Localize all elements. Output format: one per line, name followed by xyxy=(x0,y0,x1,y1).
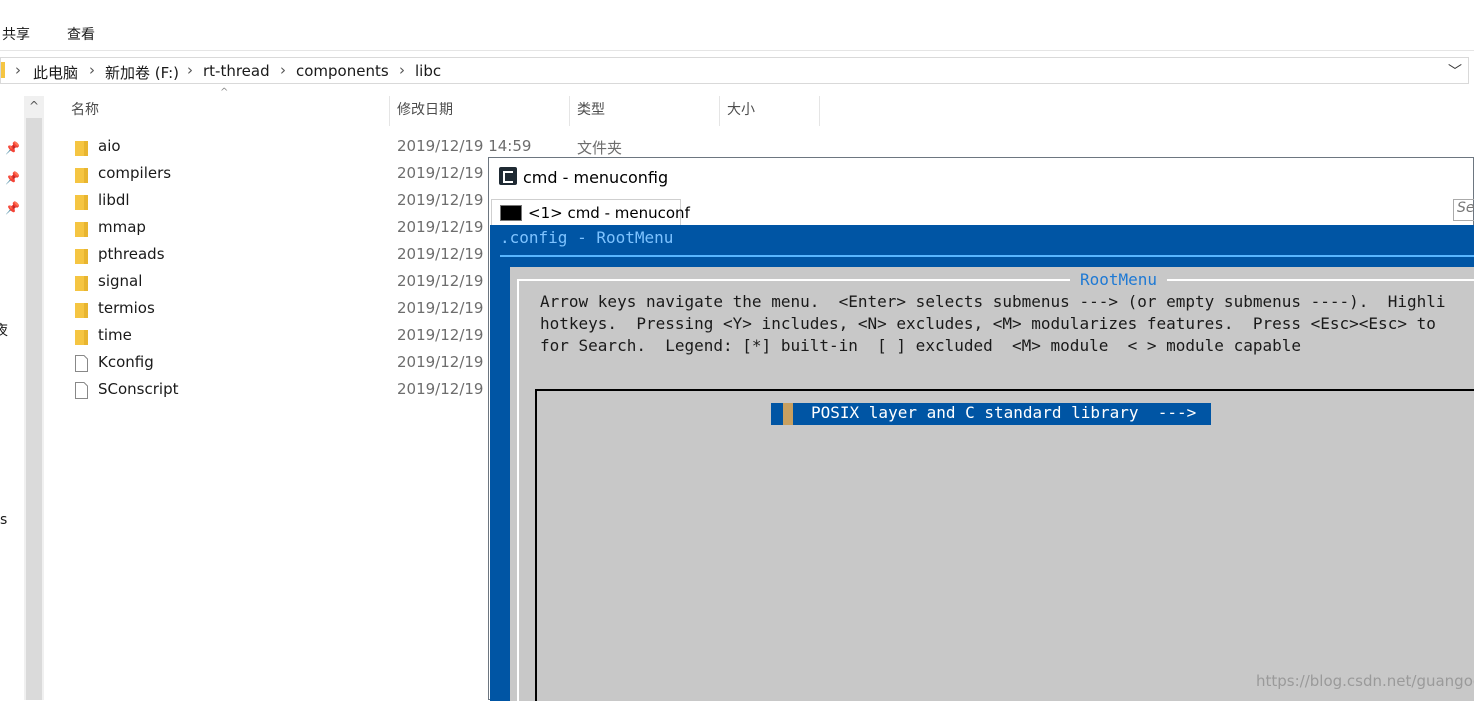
selection-cursor xyxy=(783,403,793,425)
ribbon-tab-share[interactable]: 共享 xyxy=(2,24,30,44)
console-tab-label: <1> cmd - menuconf xyxy=(528,204,690,222)
folder-icon xyxy=(1,62,5,78)
file-date: 2019/12/19 1 xyxy=(397,272,498,290)
chevron-right-icon: › xyxy=(15,61,21,79)
folder-icon xyxy=(75,168,88,183)
chevron-right-icon[interactable]: › xyxy=(280,61,286,79)
file-type: 文件夹 xyxy=(577,139,623,157)
file-name: pthreads xyxy=(98,245,165,263)
breadcrumb-libc[interactable]: libc xyxy=(415,62,441,80)
chevron-right-icon[interactable]: › xyxy=(89,61,95,79)
nav-item-fragment[interactable]: s xyxy=(0,512,7,528)
menu-item-label[interactable]: POSIX layer and C standard library ---> xyxy=(811,403,1196,422)
pin-icon[interactable]: 📌 xyxy=(5,171,20,185)
watermark: https://blog.csdn.net/guangod xyxy=(1256,672,1474,690)
breadcrumb-drive[interactable]: 新加卷 (F:) xyxy=(105,62,179,83)
help-line: hotkeys. Pressing <Y> includes, <N> excl… xyxy=(540,314,1436,333)
folder-icon xyxy=(75,303,88,318)
file-name: Kconfig xyxy=(98,353,154,371)
file-date: 2019/12/19 1 xyxy=(397,326,498,344)
folder-icon xyxy=(75,141,88,156)
scroll-up-icon[interactable]: ^ xyxy=(24,96,44,116)
console-tab[interactable]: <1> cmd - menuconf xyxy=(491,199,690,225)
file-date: 2019/12/19 1 xyxy=(397,218,498,236)
file-name: aio xyxy=(98,137,121,155)
folder-icon xyxy=(75,249,88,264)
breadcrumb-rt-thread[interactable]: rt-thread xyxy=(203,62,270,80)
ribbon-tab-view[interactable]: 查看 xyxy=(67,24,95,44)
help-line: for Search. Legend: [*] built-in [ ] exc… xyxy=(540,336,1301,355)
file-date: 2019/12/19 1 xyxy=(397,353,498,371)
pin-icon[interactable]: 📌 xyxy=(5,141,20,155)
chevron-right-icon[interactable]: › xyxy=(187,61,193,79)
column-divider[interactable] xyxy=(389,96,390,126)
file-name: time xyxy=(98,326,132,344)
file-name: termios xyxy=(98,299,155,317)
folder-icon xyxy=(75,222,88,237)
column-header-date[interactable]: 修改日期 xyxy=(397,96,453,126)
help-line: Arrow keys navigate the menu. <Enter> se… xyxy=(540,292,1446,311)
chevron-down-icon[interactable]: ﹀ xyxy=(1448,61,1462,81)
column-divider[interactable] xyxy=(569,96,570,126)
file-name: compilers xyxy=(98,164,172,182)
column-header-type[interactable]: 类型 xyxy=(577,96,605,126)
file-icon xyxy=(75,382,88,399)
address-bar[interactable]: › 此电脑 › 新加卷 (F:) › rt-thread › component… xyxy=(0,57,1469,84)
chevron-right-icon[interactable]: › xyxy=(399,61,405,79)
folder-icon xyxy=(75,195,88,210)
file-date: 2019/12/19 14:59 xyxy=(397,137,532,155)
folder-icon xyxy=(75,330,88,345)
file-icon xyxy=(75,355,88,372)
column-divider[interactable] xyxy=(719,96,720,126)
file-name: signal xyxy=(98,272,143,290)
column-divider[interactable] xyxy=(819,96,820,126)
file-name: mmap xyxy=(98,218,146,236)
terminal-icon xyxy=(500,205,522,221)
console-window[interactable]: cmd - menuconfig <1> cmd - menuconf Se .… xyxy=(488,157,1474,701)
search-input[interactable]: Se xyxy=(1453,199,1474,221)
file-date: 2019/12/19 1 xyxy=(397,299,498,317)
nav-scroll-thumb[interactable] xyxy=(26,118,42,700)
config-header: .config - RootMenu xyxy=(500,228,674,247)
ribbon: 共享 查看 xyxy=(0,0,1474,51)
pin-icon[interactable]: 📌 xyxy=(5,201,20,215)
dialog-border xyxy=(517,279,1474,281)
nav-item-fragment[interactable]: 夜 xyxy=(0,320,8,340)
file-name: libdl xyxy=(98,191,130,209)
file-date: 2019/12/19 1 xyxy=(397,245,498,263)
file-date: 2019/12/19 1 xyxy=(397,191,498,209)
dialog-border xyxy=(517,279,519,701)
file-date: 2019/12/19 1 xyxy=(397,164,498,182)
file-name: SConscript xyxy=(98,380,179,398)
console-app-icon[interactable] xyxy=(499,167,517,185)
sort-ascending-icon: ^ xyxy=(220,87,229,98)
folder-icon xyxy=(75,276,88,291)
menuconfig-dialog: RootMenu Arrow keys navigate the menu. <… xyxy=(510,267,1474,701)
column-header-name[interactable]: 名称 xyxy=(71,96,99,126)
breadcrumb-this-pc[interactable]: 此电脑 xyxy=(33,62,78,83)
menu-list: POSIX layer and C standard library ---> xyxy=(535,389,1474,701)
column-header-size[interactable]: 大小 xyxy=(727,96,755,126)
breadcrumb-components[interactable]: components xyxy=(296,62,389,80)
divider xyxy=(500,255,1474,257)
dialog-title: RootMenu xyxy=(1070,270,1168,289)
file-date: 2019/12/19 1 xyxy=(397,380,498,398)
terminal-area[interactable]: .config - RootMenu RootMenu Arrow keys n… xyxy=(490,225,1474,701)
window-title: cmd - menuconfig xyxy=(523,168,669,187)
